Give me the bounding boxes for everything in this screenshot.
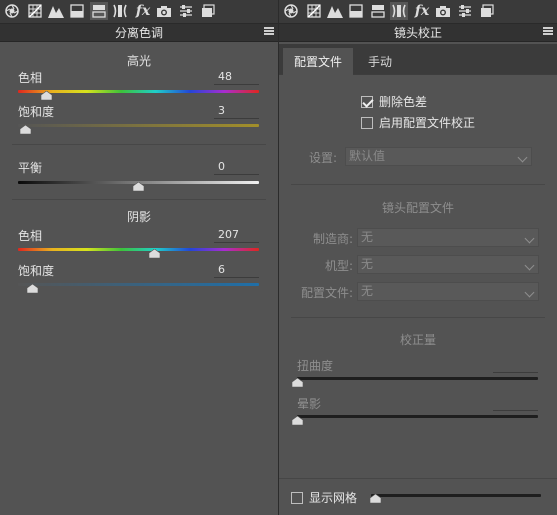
section-divider (291, 184, 545, 185)
enable-profile-label: 启用配置文件校正 (379, 116, 476, 130)
remove-ca-label: 删除色差 (379, 95, 428, 109)
show-grid-checkbox[interactable]: 显示网格 (291, 489, 357, 506)
snapshots-icon[interactable] (199, 2, 217, 20)
camera-calibration-icon[interactable] (434, 2, 452, 20)
remove-ca-checkbox[interactable]: 删除色差 (361, 93, 427, 110)
checkbox-unchecked-icon[interactable] (291, 491, 303, 504)
detail-icon[interactable] (369, 2, 387, 20)
split-toning-icon[interactable] (68, 2, 86, 20)
model-value: 无 (361, 257, 374, 271)
distortion-track[interactable] (297, 377, 538, 380)
panel-menu-icon[interactable] (543, 27, 553, 37)
shadows-hue-track[interactable] (18, 248, 259, 251)
profile-value: 无 (361, 284, 374, 298)
distortion-label: 扭曲度 (297, 359, 334, 373)
highlights-hue-value[interactable]: 48 (218, 70, 232, 83)
chevron-down-icon (524, 233, 535, 244)
presets-sliders-icon[interactable] (177, 2, 195, 20)
tone-curve-icon[interactable] (26, 2, 44, 20)
highlights-saturation-value[interactable]: 3 (218, 104, 225, 117)
shadows-hue-thumb[interactable] (148, 247, 161, 259)
balance-value[interactable]: 0 (218, 160, 225, 173)
balance-label: 平衡 (18, 161, 43, 175)
lens-profile-heading: 镜头配置文件 (381, 201, 454, 215)
vignetting-label: 晕影 (297, 397, 322, 411)
checkbox-unchecked-icon[interactable] (361, 116, 373, 129)
panel-menu-icon[interactable] (264, 27, 274, 37)
effects-fx-icon[interactable]: fx (413, 2, 431, 20)
chevron-down-icon (524, 260, 535, 271)
basic-aperture-icon[interactable] (282, 2, 300, 20)
make-dropdown[interactable]: 无 (357, 228, 539, 247)
shadows-saturation-thumb[interactable] (26, 282, 39, 294)
make-label: 制造商: (312, 232, 353, 246)
grid-size-thumb[interactable] (369, 492, 382, 504)
section-divider (291, 317, 545, 318)
tab-profile[interactable]: 配置文件 (283, 48, 353, 76)
panel-title: 分离色调 (0, 23, 278, 42)
panel-tabs-toolbar: fx (0, 0, 278, 23)
grid-size-track[interactable] (371, 494, 541, 497)
setup-dropdown[interactable]: 默认值 (345, 147, 532, 166)
section-divider (12, 144, 266, 145)
shadows-saturation-value[interactable]: 6 (218, 263, 225, 276)
profile-dropdown[interactable]: 无 (357, 282, 539, 301)
chevron-down-icon (524, 287, 535, 298)
hsl-mountains-icon[interactable] (326, 2, 344, 20)
section-divider (12, 199, 266, 200)
effects-fx-icon[interactable]: fx (134, 2, 152, 20)
balance-thumb[interactable] (132, 180, 145, 192)
model-label: 机型: (324, 259, 353, 273)
vignetting-thumb[interactable] (291, 414, 303, 426)
snapshots-icon[interactable] (478, 2, 496, 20)
lens-corrections-icon[interactable] (390, 2, 408, 20)
highlights-saturation-label: 饱和度 (18, 105, 55, 119)
highlights-heading: 高光 (126, 54, 151, 68)
hsl-mountains-icon[interactable] (47, 2, 65, 20)
shadows-saturation-track[interactable] (18, 283, 259, 286)
shadows-saturation-label: 饱和度 (18, 264, 55, 278)
camera-calibration-icon[interactable] (155, 2, 173, 20)
detail-icon[interactable] (90, 2, 108, 20)
basic-aperture-icon[interactable] (3, 2, 21, 20)
checkbox-checked-icon[interactable] (361, 95, 373, 108)
model-dropdown[interactable]: 无 (357, 255, 539, 274)
split-toning-icon[interactable] (347, 2, 365, 20)
chevron-down-icon (517, 152, 528, 163)
shadows-hue-label: 色相 (18, 229, 43, 243)
split-toning-panel: fx 分离色调 高光 色相 48 饱和度 3 平衡 0 阴影 色相 207 饱和… (0, 0, 278, 515)
presets-sliders-icon[interactable] (456, 2, 474, 20)
make-value: 无 (361, 230, 374, 244)
tab-manual[interactable]: 手动 (353, 48, 407, 76)
show-grid-label: 显示网格 (309, 491, 358, 505)
enable-profile-checkbox[interactable]: 启用配置文件校正 (361, 114, 475, 131)
distortion-thumb[interactable] (291, 376, 303, 388)
highlights-hue-thumb[interactable] (40, 89, 53, 101)
setup-label: 设置: (308, 151, 337, 165)
highlights-saturation-track[interactable] (18, 124, 259, 127)
highlights-saturation-thumb[interactable] (19, 123, 32, 135)
vignetting-track[interactable] (297, 415, 538, 418)
panel-tabs-toolbar: fx (279, 0, 557, 23)
shadows-hue-value[interactable]: 207 (218, 228, 239, 241)
lens-tabs: 配置文件 手动 (279, 44, 557, 76)
lens-corrections-panel: fx 镜头校正 配置文件 手动 删除色差 启用配置文件校正 设置: 默认值 镜头… (279, 0, 557, 515)
shadows-heading: 阴影 (126, 210, 151, 224)
tone-curve-icon[interactable] (305, 2, 323, 20)
setup-value: 默认值 (349, 149, 386, 163)
panel-title: 镜头校正 (279, 23, 557, 42)
highlights-hue-track[interactable] (18, 90, 259, 93)
profile-label: 配置文件: (300, 286, 353, 300)
highlights-hue-label: 色相 (18, 71, 43, 85)
lens-corrections-icon[interactable] (111, 2, 129, 20)
amount-heading: 校正量 (399, 333, 436, 347)
